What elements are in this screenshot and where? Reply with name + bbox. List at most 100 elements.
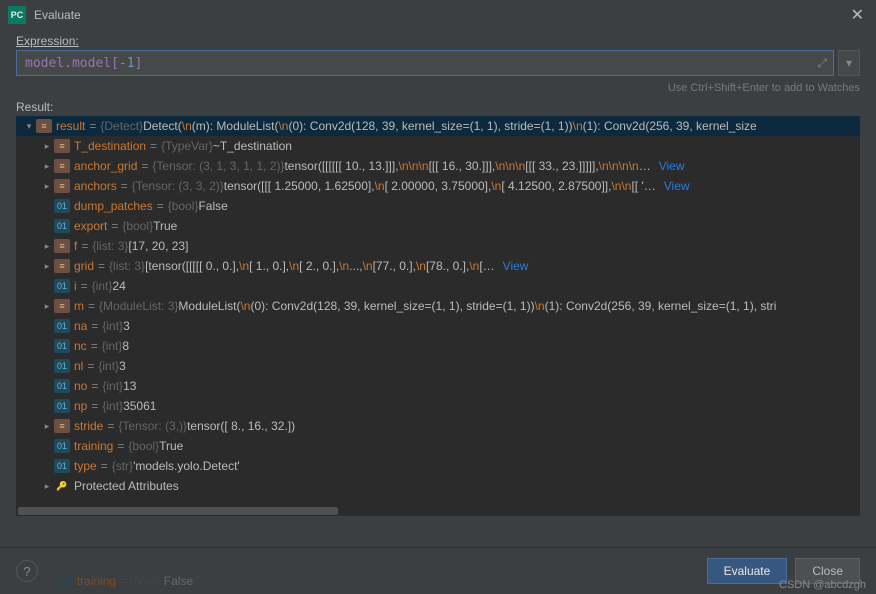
value-fragment: (1): Conv2d(256, 39, kernel_size=(1, 1),… bbox=[545, 299, 777, 313]
object-icon: ≡ bbox=[36, 119, 52, 133]
object-icon: ≡ bbox=[54, 159, 70, 173]
value-fragment: \n\n\n bbox=[495, 159, 525, 173]
equals-sign: = bbox=[81, 279, 88, 293]
hint-text: Use Ctrl+Shift+Enter to add to Watches bbox=[0, 80, 876, 100]
view-link[interactable]: View bbox=[503, 259, 529, 273]
value-fragment: \n bbox=[182, 119, 192, 133]
object-icon: ≡ bbox=[54, 139, 70, 153]
tree-row[interactable]: ▸01nl={int} 3 bbox=[16, 356, 860, 376]
value-fragment: \n\n bbox=[611, 179, 631, 193]
tree-row[interactable]: ▸≡stride={Tensor: (3,)} tensor([ 8., 16.… bbox=[16, 416, 860, 436]
variable-name: nl bbox=[74, 359, 83, 373]
tree-arrow-icon[interactable]: ▸ bbox=[40, 301, 54, 312]
tree-label: Protected Attributes bbox=[74, 479, 179, 493]
value-text: 8 bbox=[122, 339, 129, 353]
value-text: 3 bbox=[123, 319, 130, 333]
value-fragment: [ 4.12500, 2.87500]], bbox=[501, 179, 611, 193]
evaluate-button[interactable]: Evaluate bbox=[707, 558, 788, 584]
tree-row[interactable]: ▸≡m={ModuleList: 3} ModuleList(\n (0): C… bbox=[16, 296, 860, 316]
expression-input[interactable]: model.model[-1] ⤢ bbox=[16, 50, 834, 76]
window-title: Evaluate bbox=[34, 8, 847, 22]
type-info: {Detect} bbox=[100, 119, 143, 133]
history-dropdown[interactable]: ▾ bbox=[838, 50, 860, 76]
primitive-icon: 01 bbox=[54, 219, 70, 233]
variable-name: m bbox=[74, 299, 84, 313]
value-fragment: [… bbox=[479, 259, 494, 273]
equals-sign: = bbox=[117, 439, 124, 453]
tree-arrow-icon[interactable]: ▸ bbox=[40, 181, 54, 192]
type-info: {bool} bbox=[122, 219, 153, 233]
tree-arrow-icon[interactable]: ▸ bbox=[40, 421, 54, 432]
tree-row[interactable]: ▸≡grid={list: 3} [tensor([[[[[ 0., 0.],\… bbox=[16, 256, 860, 276]
value-fragment: tensor([[[ 1.25000, 1.62500], bbox=[224, 179, 375, 193]
type-info: {int} bbox=[92, 279, 113, 293]
variable-name: training bbox=[74, 439, 113, 453]
tree-row[interactable]: ▸01type={str} 'models.yolo.Detect' bbox=[16, 456, 860, 476]
value-fragment: ..., bbox=[349, 259, 362, 273]
value-fragment: \n bbox=[469, 259, 479, 273]
value-fragment: (1): Conv2d(256, 39, kernel_size bbox=[583, 119, 757, 133]
tree-row[interactable]: ▸01no={int} 13 bbox=[16, 376, 860, 396]
tree-row[interactable]: ▸≡f={list: 3} [17, 20, 23] bbox=[16, 236, 860, 256]
tree-row[interactable]: ▸01export={bool} True bbox=[16, 216, 860, 236]
tree-arrow-icon[interactable]: ▸ bbox=[40, 141, 54, 152]
value-text: 35061 bbox=[123, 399, 156, 413]
variable-name: T_destination bbox=[74, 139, 146, 153]
tree-row[interactable]: ▸🔑Protected Attributes bbox=[16, 476, 860, 496]
view-link[interactable]: View bbox=[664, 179, 690, 193]
variable-name: nc bbox=[74, 339, 87, 353]
tree-row[interactable]: ▸01nc={int} 8 bbox=[16, 336, 860, 356]
tree-arrow-icon[interactable]: ▸ bbox=[40, 261, 54, 272]
equals-sign: = bbox=[91, 319, 98, 333]
tree-row[interactable]: ▸≡anchors={Tensor: (3, 3, 2)} tensor([[[… bbox=[16, 176, 860, 196]
tree-row[interactable]: ▸01training={bool} True bbox=[16, 436, 860, 456]
value-fragment: [[[ 33., 23.]]]]], bbox=[525, 159, 598, 173]
close-icon[interactable]: ✕ bbox=[847, 5, 868, 25]
primitive-icon: 01 bbox=[54, 319, 70, 333]
value-text: 24 bbox=[112, 279, 125, 293]
value-fragment: Detect( bbox=[143, 119, 182, 133]
tree-arrow-icon[interactable]: ▸ bbox=[40, 481, 54, 492]
tree-row[interactable]: ▸01na={int} 3 bbox=[16, 316, 860, 336]
object-icon: ≡ bbox=[54, 259, 70, 273]
value-fragment: [ 2., 0.], bbox=[299, 259, 339, 273]
primitive-icon: 01 bbox=[54, 399, 70, 413]
expand-icon[interactable]: ⤢ bbox=[817, 56, 827, 71]
tree-row[interactable]: ▸01dump_patches={bool} False bbox=[16, 196, 860, 216]
tree-row[interactable]: ▸≡anchor_grid={Tensor: (3, 1, 3, 1, 1, 2… bbox=[16, 156, 860, 176]
equals-sign: = bbox=[157, 199, 164, 213]
variable-name: dump_patches bbox=[74, 199, 153, 213]
background-row: 01 training = {bool} False bbox=[60, 574, 193, 588]
value-fragment: (0): Conv2d(128, 39, kernel_size=(1, 1),… bbox=[250, 299, 534, 313]
object-icon: ≡ bbox=[54, 179, 70, 193]
tree-arrow-icon[interactable]: ▸ bbox=[40, 161, 54, 172]
equals-sign: = bbox=[87, 359, 94, 373]
equals-sign: = bbox=[121, 179, 128, 193]
scrollbar-thumb[interactable] bbox=[18, 507, 338, 515]
variable-name: no bbox=[74, 379, 87, 393]
type-info: {str} bbox=[112, 459, 133, 473]
value-fragment: \n bbox=[339, 259, 349, 273]
view-link[interactable]: View bbox=[659, 159, 685, 173]
expression-row: model.model[-1] ⤢ ▾ bbox=[0, 50, 876, 80]
type-info: {bool} bbox=[168, 199, 199, 213]
tree-arrow-icon[interactable]: ▸ bbox=[40, 241, 54, 252]
value-fragment: [77., 0.], bbox=[373, 259, 416, 273]
value-text: False bbox=[198, 199, 227, 213]
tree-row[interactable]: ▾≡result={Detect} Detect(\n (m): ModuleL… bbox=[16, 116, 860, 136]
result-tree[interactable]: ▾≡result={Detect} Detect(\n (m): ModuleL… bbox=[16, 116, 860, 516]
type-info: {int} bbox=[102, 319, 123, 333]
value-fragment: \n bbox=[573, 119, 583, 133]
value-fragment: \n bbox=[278, 119, 288, 133]
tree-row[interactable]: ▸01np={int} 35061 bbox=[16, 396, 860, 416]
object-icon: ≡ bbox=[54, 419, 70, 433]
help-icon[interactable]: ? bbox=[16, 560, 38, 582]
value-text: True bbox=[159, 439, 183, 453]
tree-row[interactable]: ▸01i={int} 24 bbox=[16, 276, 860, 296]
tree-arrow-icon[interactable]: ▾ bbox=[22, 121, 36, 132]
tree-row[interactable]: ▸≡T_destination={TypeVar} ~T_destination bbox=[16, 136, 860, 156]
value-fragment: [ 2.00000, 3.75000], bbox=[385, 179, 492, 193]
value-fragment: ModuleList( bbox=[178, 299, 240, 313]
expression-label: Expression: bbox=[0, 30, 876, 50]
horizontal-scrollbar[interactable] bbox=[16, 506, 860, 516]
